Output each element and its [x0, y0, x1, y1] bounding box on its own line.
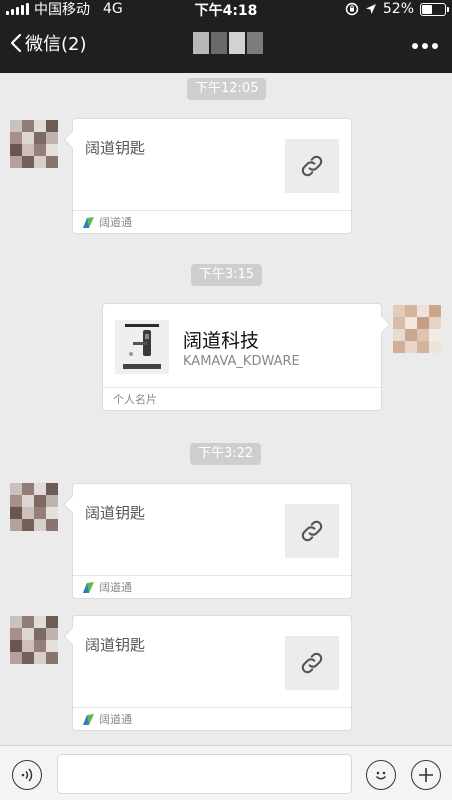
source-name: 阔道通: [99, 216, 132, 229]
contact-name: 阔道科技: [183, 330, 260, 352]
card-type: 个人名片: [103, 387, 381, 410]
app-logo-icon: [83, 216, 94, 228]
door-lock-image: [115, 320, 169, 374]
back-label: 微信(2): [25, 34, 87, 55]
location-icon: [365, 4, 376, 14]
avatar[interactable]: [10, 120, 58, 168]
contact-card-message[interactable]: 阔道科技 KAMAVA_KDWARE 个人名片: [102, 303, 382, 411]
voice-icon: [21, 768, 33, 782]
plus-icon: [419, 768, 433, 782]
app-logo-icon: [83, 713, 94, 725]
link-icon: [301, 520, 323, 542]
battery-icon: [420, 2, 449, 16]
avatar[interactable]: [10, 483, 58, 531]
plus-button[interactable]: [411, 760, 441, 790]
link-title: 阔道钥匙: [85, 636, 146, 654]
link-message[interactable]: 阔道钥匙 阔道通: [72, 615, 352, 731]
emoji-icon: [375, 771, 387, 780]
link-icon: [301, 652, 323, 674]
lock-rotation-icon: [345, 2, 359, 16]
timestamp: 下午3:22: [190, 443, 262, 465]
battery-percent: 52%: [382, 1, 414, 17]
source-name: 阔道通: [99, 581, 132, 594]
contact-id: KAMAVA_KDWARE: [183, 354, 300, 369]
top-bar: 中国移动 4G 下午4:18 52% 微信(2): [0, 0, 452, 73]
status-bar: 中国移动 4G 下午4:18 52%: [0, 0, 452, 19]
my-avatar[interactable]: [393, 305, 441, 353]
timestamp: 下午3:15: [191, 264, 263, 286]
back-button[interactable]: 微信(2): [10, 30, 87, 56]
link-source: 阔道通: [73, 210, 351, 233]
card-type-label: 个人名片: [113, 393, 157, 406]
input-bar: [0, 745, 452, 800]
emoji-button[interactable]: [366, 760, 396, 790]
voice-button[interactable]: [12, 760, 42, 790]
link-icon: [301, 155, 323, 177]
link-thumbnail: [285, 139, 339, 193]
link-message[interactable]: 阔道钥匙 阔道通: [72, 118, 352, 234]
link-thumbnail: [285, 636, 339, 690]
link-source: 阔道通: [73, 707, 351, 730]
nav-bar: 微信(2): [0, 18, 452, 73]
chat-title-blurred: [193, 32, 263, 54]
link-title: 阔道钥匙: [85, 139, 146, 157]
link-title: 阔道钥匙: [85, 504, 146, 522]
chevron-left-icon: [10, 33, 22, 53]
link-message[interactable]: 阔道钥匙 阔道通: [72, 483, 352, 599]
more-dots-icon[interactable]: [412, 43, 438, 49]
source-name: 阔道通: [99, 713, 132, 726]
link-source: 阔道通: [73, 575, 351, 598]
app-logo-icon: [83, 581, 94, 593]
avatar[interactable]: [10, 616, 58, 664]
message-input[interactable]: [57, 754, 352, 794]
link-thumbnail: [285, 504, 339, 558]
timestamp: 下午12:05: [187, 78, 267, 100]
contact-photo: [115, 320, 169, 374]
